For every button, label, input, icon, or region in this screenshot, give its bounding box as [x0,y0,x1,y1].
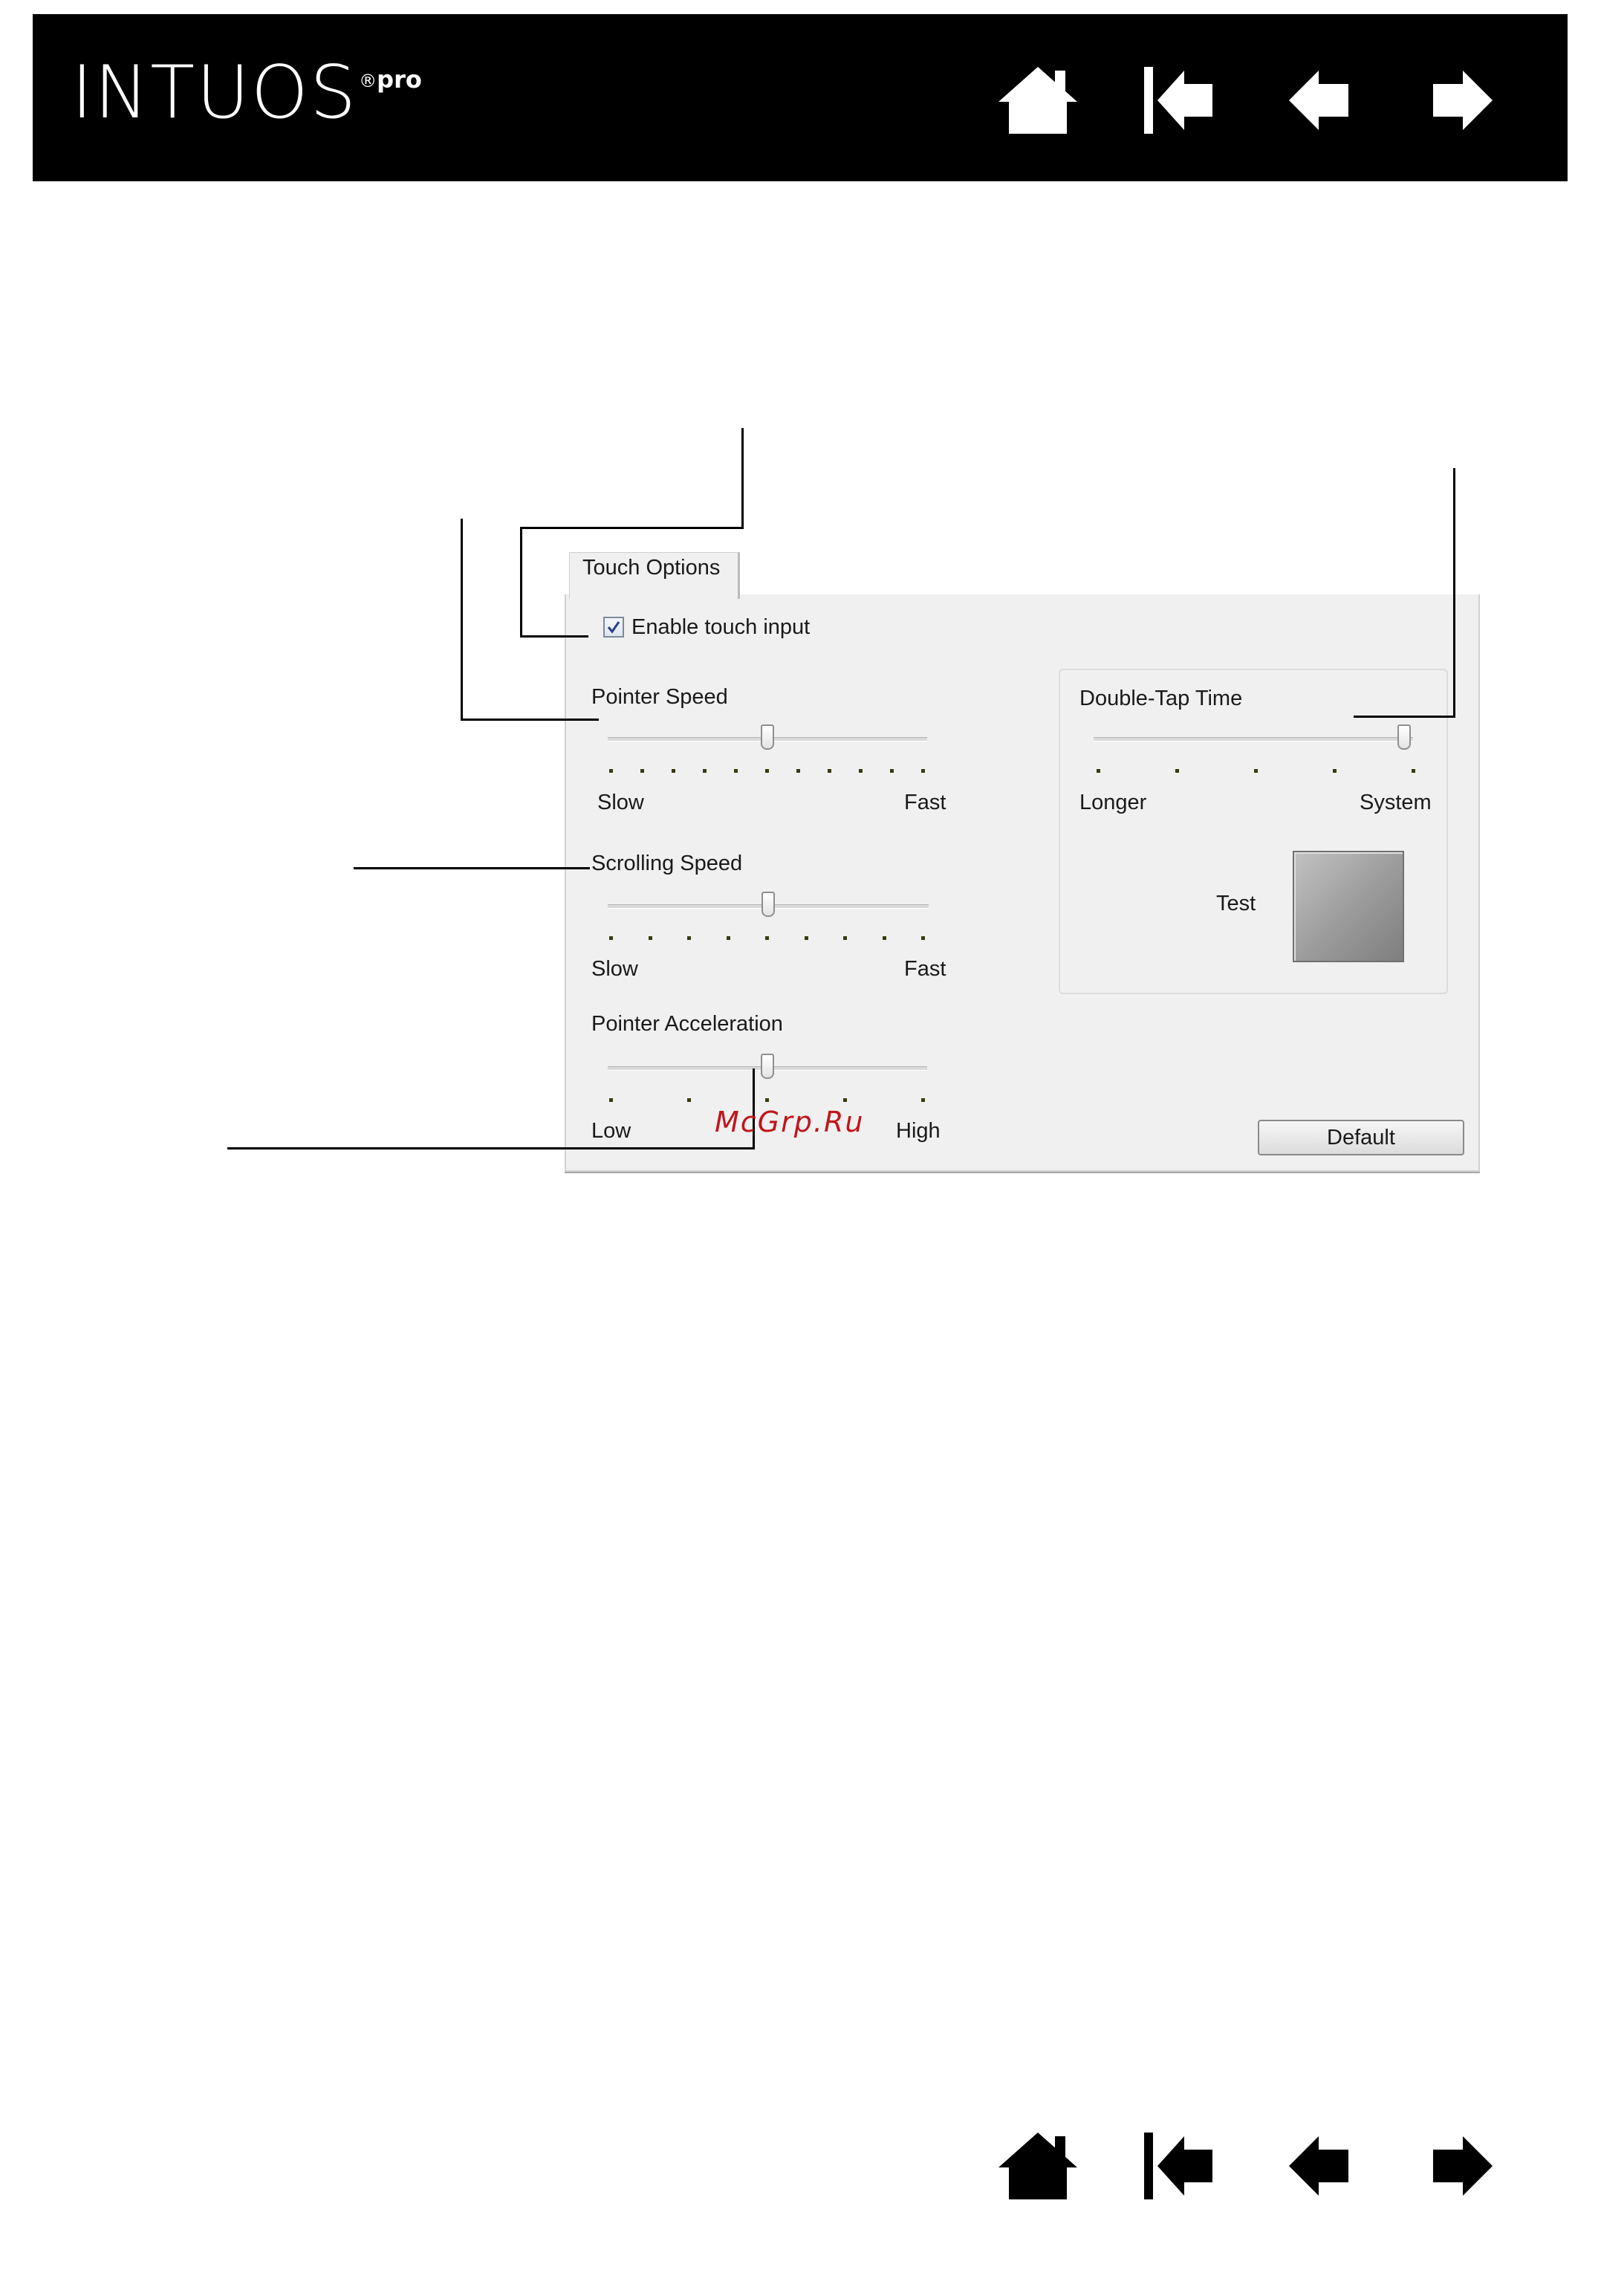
next-page-button[interactable] [1391,48,1532,152]
scrolling-speed-slider[interactable] [608,892,929,921]
slider-tick [921,769,925,773]
callout-line [354,867,590,869]
logo-suffix: pro [377,65,422,94]
slider-tick [672,769,675,773]
previous-page-icon [1289,71,1348,130]
pointer-speed-ticks [609,769,925,778]
slider-thumb[interactable] [761,1054,774,1079]
intuos-pro-logo: INTUOS ® pro [71,52,422,134]
home-icon [998,2133,1077,2199]
previous-page-icon [1289,2136,1348,2196]
pointer-acceleration-label: Pointer Acceleration [591,1012,783,1036]
double-tap-test-area[interactable] [1293,851,1404,962]
slider-tick [640,769,644,773]
slider-thumb[interactable] [761,724,774,750]
next-page-button[interactable] [1391,2114,1532,2218]
slider-tick [882,936,886,940]
slider-tick [921,1098,925,1102]
pointer-acceleration-min-label: Low [591,1119,631,1143]
slider-thumb[interactable] [761,892,775,917]
callout-line [1354,716,1455,718]
enable-touch-checkbox[interactable] [603,617,624,638]
pointer-speed-slider[interactable] [608,724,927,754]
callout-line [1453,468,1455,718]
slider-tick [1254,769,1258,773]
pointer-speed-min-label: Slow [597,791,644,814]
slider-tick [703,769,707,773]
slider-tick [726,936,730,940]
double-tap-time-label: Double-Tap Time [1079,687,1243,710]
bottom-navigation [967,2114,1532,2218]
slider-tick [804,936,808,940]
slider-tick [921,936,925,940]
slider-tick [734,769,738,773]
first-page-icon [1144,2133,1212,2199]
slider-tick [859,769,863,773]
callout-line [520,527,522,637]
enable-touch-label: Enable touch input [631,615,811,639]
home-icon [998,67,1077,134]
checkmark-icon [607,621,620,634]
first-page-button[interactable] [1108,48,1250,152]
slider-tick [609,936,613,940]
slider-tick [648,936,652,940]
slider-tick [843,1098,847,1102]
callout-line [520,635,588,638]
first-page-icon [1144,67,1212,134]
scrolling-speed-ticks [609,936,925,945]
double-tap-time-max-label: System [1360,791,1432,814]
callout-line [227,1147,755,1149]
scrolling-speed-label: Scrolling Speed [591,852,743,875]
slider-tick [1412,769,1415,773]
previous-page-button[interactable] [1250,48,1391,152]
callout-line [461,719,599,721]
callout-line [520,527,744,529]
slider-tick [796,769,800,773]
slider-tick [609,769,613,773]
double-tap-time-ticks [1097,769,1415,778]
slider-tick [828,769,831,773]
slider-tick [1097,769,1100,773]
slider-tick [765,936,769,940]
double-tap-time-min-label: Longer [1079,791,1147,814]
callout-line [461,519,463,721]
top-navigation [967,48,1532,152]
home-button[interactable] [967,2114,1108,2218]
pointer-speed-label: Pointer Speed [591,685,728,709]
pointer-acceleration-slider[interactable] [608,1054,927,1083]
pointer-acceleration-max-label: High [896,1119,941,1143]
slider-thumb[interactable] [1397,724,1411,750]
home-button[interactable] [967,48,1108,152]
scrolling-speed-max-label: Fast [904,957,946,981]
watermark: McGrp.Ru [715,1106,865,1138]
slider-tick [843,936,847,940]
pointer-speed-max-label: Fast [904,791,946,814]
logo-main-text: INTUOS [71,51,358,135]
slider-tick [1333,769,1337,773]
slider-tick [687,1098,691,1102]
slider-tick [687,936,691,940]
slider-track [1094,737,1413,742]
next-page-icon [1433,2136,1493,2196]
double-tap-time-slider[interactable] [1094,724,1413,754]
slider-tick [890,769,894,773]
callout-line [741,428,744,529]
scrolling-speed-min-label: Slow [591,957,638,981]
test-label: Test [1216,892,1256,915]
tab-touch-options-label: Touch Options [582,556,721,580]
first-page-button[interactable] [1108,2114,1250,2218]
slider-tick [765,769,769,773]
slider-tick [1175,769,1179,773]
default-button[interactable]: Default [1258,1120,1464,1155]
next-page-icon [1433,71,1493,130]
slider-tick [609,1098,613,1102]
slider-tick [765,1098,769,1102]
previous-page-button[interactable] [1250,2114,1391,2218]
logo-registered-mark: ® [359,71,377,91]
